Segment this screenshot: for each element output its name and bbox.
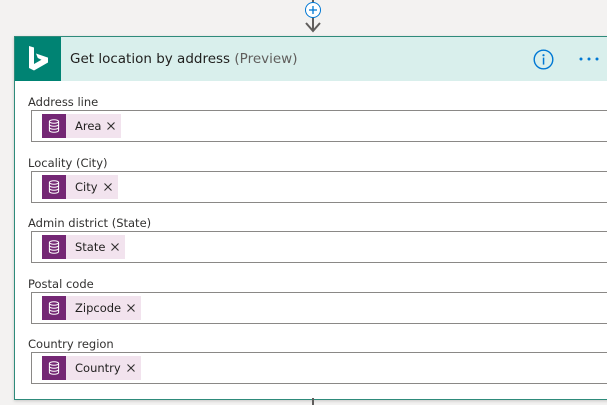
flow-canvas: Get location by address (Preview) Addres…: [0, 0, 607, 405]
token-icon-box: [42, 175, 66, 199]
dynamic-content-token[interactable]: Zipcode: [42, 296, 142, 320]
close-icon: [103, 183, 112, 191]
token-label: Country: [75, 361, 121, 375]
token-label: City: [75, 180, 98, 194]
close-icon: [126, 364, 135, 372]
close-icon: [111, 243, 120, 251]
database-icon: [48, 240, 60, 254]
card-title-suffix: (Preview): [234, 51, 298, 67]
admin-district-label: Admin district (State): [28, 216, 152, 230]
token-icon-box: [42, 114, 66, 138]
token-label: Area: [75, 119, 102, 133]
token-remove-button[interactable]: [125, 296, 137, 320]
card-title: Get location by address (Preview): [70, 51, 298, 67]
ellipsis-icon: [579, 57, 599, 61]
postal-code-label: Postal code: [28, 277, 94, 291]
token-remove-button[interactable]: [109, 235, 121, 259]
dynamic-content-token[interactable]: City: [42, 175, 118, 199]
database-icon: [48, 361, 60, 375]
plus-icon: [309, 6, 317, 14]
token-remove-button[interactable]: [105, 114, 117, 138]
admin-district-input[interactable]: State: [31, 231, 607, 263]
more-options-button[interactable]: [577, 51, 605, 67]
token-remove-button[interactable]: [102, 175, 114, 199]
arrow-down-icon: [305, 22, 321, 33]
address-line-label: Address line: [28, 95, 99, 109]
database-icon: [48, 119, 60, 133]
address-line-input[interactable]: Area: [31, 110, 607, 142]
country-region-input[interactable]: Country: [31, 352, 607, 384]
bing-logo-icon: [29, 46, 48, 71]
dynamic-content-token[interactable]: Country: [42, 356, 141, 380]
postal-code-input[interactable]: Zipcode: [31, 292, 607, 324]
token-icon-box: [42, 296, 66, 320]
token-label: State: [75, 240, 106, 254]
token-icon-box: [42, 235, 66, 259]
connector-logo: [15, 37, 61, 81]
flow-connector-line-bottom: [312, 398, 314, 405]
close-icon: [127, 304, 135, 312]
locality-label: Locality (City): [28, 156, 108, 170]
token-remove-button[interactable]: [125, 356, 137, 380]
add-step-button[interactable]: [305, 2, 321, 18]
card-title-text: Get location by address: [70, 51, 231, 67]
country-region-label: Country region: [28, 337, 114, 351]
action-card: Get location by address (Preview) Addres…: [14, 36, 607, 400]
dynamic-content-token[interactable]: Area: [42, 114, 122, 138]
token-label: Zipcode: [75, 301, 122, 315]
database-icon: [48, 301, 60, 315]
info-button[interactable]: [533, 49, 554, 70]
locality-input[interactable]: City: [31, 171, 607, 203]
dynamic-content-token[interactable]: State: [42, 235, 126, 259]
token-icon-box: [42, 356, 66, 380]
close-icon: [107, 122, 116, 130]
card-header[interactable]: Get location by address (Preview): [15, 37, 607, 81]
info-icon: [533, 49, 554, 70]
database-icon: [48, 180, 60, 194]
